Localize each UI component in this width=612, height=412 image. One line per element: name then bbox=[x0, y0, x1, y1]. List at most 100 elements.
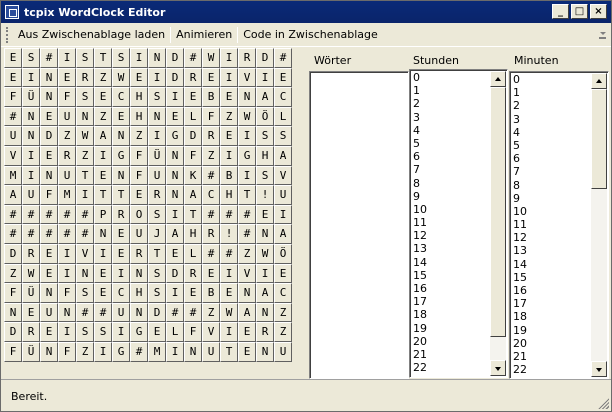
letter-cell[interactable]: U bbox=[4, 126, 22, 146]
letter-cell[interactable]: I bbox=[112, 263, 130, 284]
list-item[interactable]: 2 bbox=[512, 99, 527, 112]
minutes-scrollbar[interactable] bbox=[591, 73, 607, 377]
letter-cell[interactable]: I bbox=[22, 145, 40, 166]
letter-cell[interactable]: U bbox=[148, 165, 166, 186]
letter-cell[interactable]: E bbox=[220, 87, 238, 107]
letter-cell[interactable]: E bbox=[130, 185, 148, 205]
letter-cell[interactable]: E bbox=[184, 283, 202, 303]
scroll-up-icon[interactable] bbox=[591, 73, 607, 89]
letter-cell[interactable]: E bbox=[94, 87, 112, 107]
letter-cell[interactable]: # bbox=[130, 341, 148, 362]
list-item[interactable]: 2 bbox=[412, 97, 427, 110]
scroll-thumb[interactable] bbox=[490, 87, 506, 337]
letter-cell[interactable]: I bbox=[166, 87, 184, 107]
letter-cell[interactable]: G bbox=[238, 145, 256, 166]
letter-cell[interactable]: N bbox=[166, 185, 184, 205]
letter-cell[interactable]: S bbox=[112, 48, 130, 68]
list-item[interactable]: 9 bbox=[412, 190, 427, 203]
list-item[interactable]: 16 bbox=[412, 282, 427, 295]
letter-cell[interactable]: S bbox=[148, 283, 166, 303]
list-item[interactable]: 3 bbox=[512, 113, 527, 126]
letter-cell[interactable]: Z bbox=[58, 126, 76, 146]
letter-cell[interactable]: E bbox=[40, 145, 58, 166]
letter-cell[interactable]: # bbox=[220, 243, 238, 264]
letter-cell[interactable]: U bbox=[130, 224, 148, 244]
title-bar[interactable]: tcpix WordClock Editor _ □ × bbox=[1, 1, 611, 23]
letter-cell[interactable]: # bbox=[4, 224, 22, 244]
letter-cell[interactable]: I bbox=[130, 48, 148, 68]
letter-cell[interactable]: T bbox=[220, 341, 238, 362]
list-item[interactable]: 6 bbox=[412, 150, 427, 163]
letter-cell[interactable]: H bbox=[184, 224, 202, 244]
letter-cell[interactable]: E bbox=[202, 67, 220, 88]
letter-cell[interactable]: N bbox=[184, 341, 202, 362]
letter-cell[interactable]: N bbox=[166, 145, 184, 166]
letter-cell[interactable]: D bbox=[4, 322, 22, 342]
letter-cell[interactable]: # bbox=[58, 204, 76, 225]
letter-cell[interactable]: ! bbox=[220, 224, 238, 244]
letter-cell[interactable]: S bbox=[94, 322, 112, 342]
letter-cell[interactable]: R bbox=[22, 243, 40, 264]
letter-cell[interactable]: W bbox=[22, 263, 40, 284]
letter-cell[interactable]: F bbox=[4, 341, 22, 362]
letter-cell[interactable]: F bbox=[184, 145, 202, 166]
letter-cell[interactable]: V bbox=[274, 165, 292, 186]
letter-cell[interactable]: ! bbox=[256, 185, 274, 205]
letter-cell[interactable]: E bbox=[40, 322, 58, 342]
letter-cell[interactable]: N bbox=[238, 87, 256, 107]
letter-cell[interactable]: C bbox=[202, 185, 220, 205]
list-item[interactable]: 12 bbox=[412, 229, 427, 242]
letter-cell[interactable]: N bbox=[112, 165, 130, 186]
scroll-down-icon[interactable] bbox=[591, 361, 607, 377]
letter-cell[interactable]: I bbox=[94, 341, 112, 362]
letter-cell[interactable]: F bbox=[58, 283, 76, 303]
list-item[interactable]: 13 bbox=[512, 244, 527, 257]
list-item[interactable]: 17 bbox=[512, 297, 527, 310]
letter-cell[interactable]: U bbox=[112, 302, 130, 323]
letter-cell[interactable]: E bbox=[238, 322, 256, 342]
hours-scrollbar[interactable] bbox=[490, 71, 506, 376]
letter-cell[interactable]: # bbox=[4, 106, 22, 127]
letter-cell[interactable]: I bbox=[94, 145, 112, 166]
list-item[interactable]: 11 bbox=[412, 216, 427, 229]
letter-cell[interactable]: N bbox=[256, 224, 274, 244]
letter-cell[interactable]: I bbox=[256, 263, 274, 284]
letter-cell[interactable]: N bbox=[112, 126, 130, 146]
letter-cell[interactable]: N bbox=[238, 283, 256, 303]
list-item[interactable]: 16 bbox=[512, 284, 527, 297]
scroll-thumb[interactable] bbox=[591, 89, 607, 189]
letter-cell[interactable]: # bbox=[22, 224, 40, 244]
letter-cell[interactable]: I bbox=[220, 263, 238, 284]
letter-cell[interactable]: I bbox=[58, 322, 76, 342]
letter-cell[interactable]: Z bbox=[220, 106, 238, 127]
letter-cell[interactable]: I bbox=[58, 243, 76, 264]
letter-cell[interactable]: R bbox=[22, 322, 40, 342]
letter-cell[interactable]: # bbox=[238, 204, 256, 225]
letter-cell[interactable]: C bbox=[274, 283, 292, 303]
list-item[interactable]: 6 bbox=[512, 152, 527, 165]
letter-cell[interactable]: T bbox=[94, 185, 112, 205]
letter-cell[interactable]: I bbox=[76, 185, 94, 205]
letter-cell[interactable]: R bbox=[202, 126, 220, 146]
letter-cell[interactable]: E bbox=[274, 67, 292, 88]
letter-cell[interactable]: I bbox=[58, 48, 76, 68]
letter-cell[interactable]: F bbox=[4, 283, 22, 303]
letter-cell[interactable]: W bbox=[220, 302, 238, 323]
list-item[interactable]: 20 bbox=[412, 335, 427, 348]
minimize-button[interactable]: _ bbox=[552, 4, 569, 19]
list-item[interactable]: 7 bbox=[512, 165, 527, 178]
letter-cell[interactable]: U bbox=[22, 185, 40, 205]
letter-cell[interactable]: I bbox=[148, 126, 166, 146]
letter-cell[interactable]: I bbox=[220, 67, 238, 88]
letter-cell[interactable]: # bbox=[58, 224, 76, 244]
letter-cell[interactable]: N bbox=[130, 263, 148, 284]
letter-cell[interactable]: F bbox=[40, 185, 58, 205]
letter-cell[interactable]: D bbox=[148, 302, 166, 323]
letter-cell[interactable]: E bbox=[166, 243, 184, 264]
list-item[interactable]: 14 bbox=[512, 258, 527, 271]
letter-cell[interactable]: I bbox=[58, 263, 76, 284]
load-from-clipboard-button[interactable]: Aus Zwischenablage laden bbox=[14, 26, 169, 44]
letter-cell[interactable]: F bbox=[58, 341, 76, 362]
toolbar-grip[interactable] bbox=[6, 26, 10, 43]
letter-cell[interactable]: # bbox=[40, 224, 58, 244]
